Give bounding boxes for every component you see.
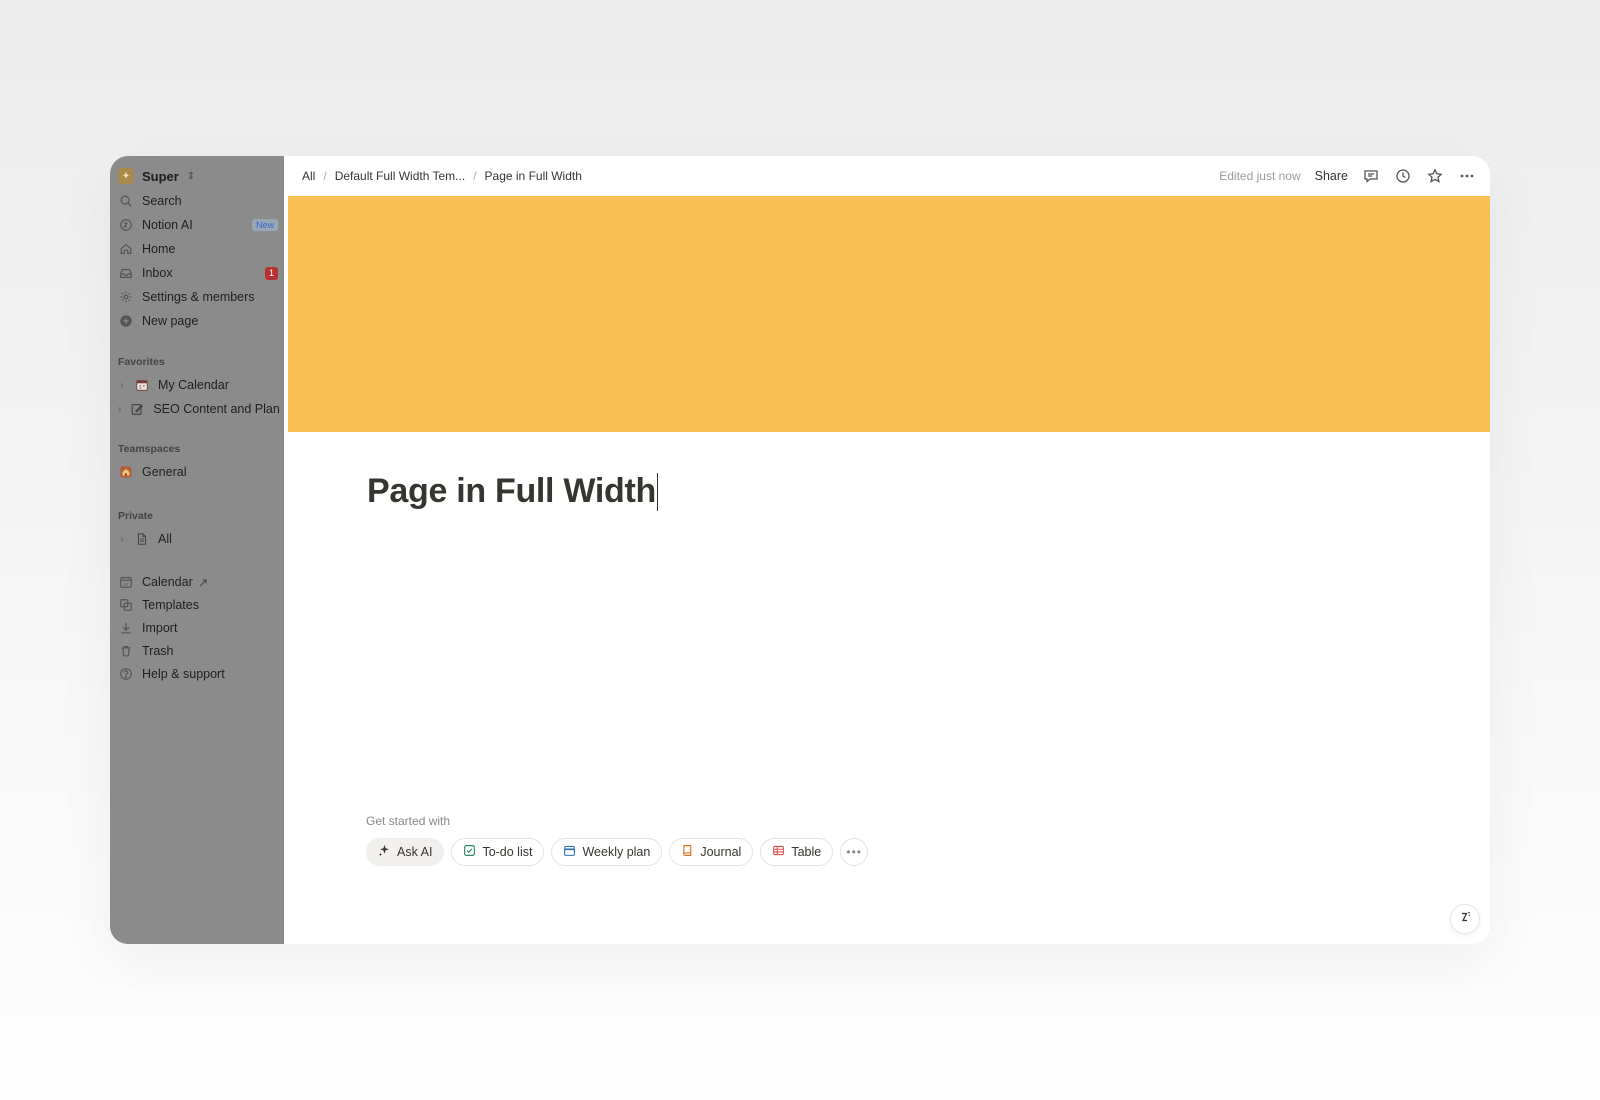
chevron-right-icon[interactable]: › — [118, 534, 126, 545]
sidebar-item-search[interactable]: Search — [118, 190, 278, 212]
sidebar-item-label: Search — [142, 194, 182, 208]
journal-button[interactable]: Journal — [669, 838, 754, 866]
get-started-label: Get started with — [366, 814, 451, 828]
sidebar-item-label: Calendar — [142, 575, 193, 589]
workspace-icon: ✦ — [118, 168, 134, 184]
teamspaces-heading: Teamspaces — [118, 443, 181, 455]
chip-label: To-do list — [482, 845, 533, 859]
notion-ai-face-icon — [1457, 909, 1473, 930]
help-circle-icon — [118, 666, 134, 682]
document-icon — [134, 531, 150, 547]
breadcrumb-item[interactable]: Default Full Width Tem... — [335, 169, 466, 183]
todo-list-button[interactable]: To-do list — [451, 838, 545, 866]
notion-ai-icon — [118, 217, 134, 233]
chip-label: Ask AI — [397, 845, 433, 859]
table-icon — [772, 844, 785, 860]
history-clock-icon[interactable] — [1394, 167, 1412, 185]
download-icon — [118, 620, 134, 636]
sidebar-item-label: General — [142, 465, 187, 479]
more-options-icon[interactable] — [1458, 167, 1476, 185]
sidebar-item-trash[interactable]: Trash — [118, 640, 278, 662]
favorites-heading: Favorites — [118, 356, 165, 368]
chip-label: Journal — [700, 845, 742, 859]
checkbox-icon — [463, 844, 476, 860]
share-button[interactable]: Share — [1315, 169, 1348, 183]
sidebar-item-settings[interactable]: Settings & members — [118, 286, 278, 308]
sidebar-item-label: Notion AI — [142, 218, 193, 232]
sidebar-item-label: Home — [142, 242, 176, 256]
sidebar-item-label: My Calendar — [158, 378, 229, 392]
calendar-icon: 17 — [118, 574, 134, 590]
chevron-right-icon[interactable]: › — [118, 380, 126, 391]
sidebar-item-templates[interactable]: Templates — [118, 594, 278, 616]
ask-ai-button[interactable]: Ask AI — [366, 838, 445, 866]
main-content: All / Default Full Width Tem... / Page i… — [288, 156, 1490, 944]
gear-icon — [118, 289, 134, 305]
sidebar-item-label: Inbox — [142, 266, 173, 280]
page-title-text: Page in Full Width — [367, 472, 656, 510]
page-cover[interactable] — [288, 196, 1490, 432]
book-icon — [681, 844, 694, 860]
plus-circle-icon — [118, 313, 134, 329]
templates-icon — [118, 597, 134, 613]
sidebar-item-seo-content[interactable]: › SEO Content and Plan — [118, 398, 280, 420]
sidebar-item-all[interactable]: › All — [118, 528, 278, 550]
workspace-name: Super — [142, 168, 179, 184]
sidebar-item-home[interactable]: Home — [118, 238, 278, 260]
external-link-icon: ↗ — [197, 575, 209, 590]
house-emoji-icon — [118, 464, 134, 480]
text-caret — [656, 472, 659, 511]
page-title[interactable]: Page in Full Width — [367, 472, 659, 511]
chip-label: Table — [791, 845, 822, 859]
chevron-right-icon[interactable]: › — [118, 404, 121, 415]
inbox-icon — [118, 265, 134, 281]
breadcrumb-item[interactable]: Page in Full Width — [485, 169, 582, 183]
table-button[interactable]: Table — [760, 838, 834, 866]
sidebar-item-label: Settings & members — [142, 290, 255, 304]
star-icon[interactable] — [1426, 167, 1444, 185]
sidebar-item-label: Help & support — [142, 667, 225, 681]
inbox-count-badge: 1 — [265, 266, 278, 280]
sidebar-item-help[interactable]: Help & support — [118, 663, 278, 685]
calendar-page-icon — [134, 377, 150, 393]
notion-ai-help-button[interactable] — [1450, 904, 1480, 934]
sidebar-item-import[interactable]: Import — [118, 617, 278, 639]
sidebar-item-label: New page — [142, 314, 199, 328]
topbar: All / Default Full Width Tem... / Page i… — [288, 156, 1490, 196]
breadcrumb: All / Default Full Width Tem... / Page i… — [302, 169, 582, 183]
new-badge: New — [251, 219, 278, 231]
svg-text:17: 17 — [124, 582, 129, 587]
sidebar-item-calendar[interactable]: 17 Calendar ↗ — [118, 571, 278, 593]
home-icon — [118, 241, 134, 257]
sparkle-icon — [378, 844, 391, 860]
sidebar-item-new-page[interactable]: New page — [118, 310, 278, 332]
sidebar: ✦ Super ⇕ Search Notion AI New Home Inbo… — [110, 156, 284, 944]
private-heading: Private — [118, 510, 154, 522]
chevron-updown-icon: ⇕ — [186, 170, 196, 182]
get-started-chips: Ask AI To-do list Weekly plan Journal Ta… — [366, 838, 869, 866]
edit-page-icon — [129, 401, 145, 417]
calendar-icon — [563, 844, 576, 860]
breadcrumb-item[interactable]: All — [302, 169, 315, 183]
comment-icon[interactable] — [1362, 167, 1380, 185]
app-window: ✦ Super ⇕ Search Notion AI New Home Inbo… — [110, 156, 1490, 944]
workspace-switcher[interactable]: ✦ Super ⇕ — [118, 168, 195, 184]
sidebar-item-label: Templates — [142, 598, 199, 612]
sidebar-item-notion-ai[interactable]: Notion AI New — [118, 214, 278, 236]
weekly-plan-button[interactable]: Weekly plan — [551, 838, 663, 866]
edited-status: Edited just now — [1219, 169, 1301, 183]
trash-icon — [118, 643, 134, 659]
sidebar-item-inbox[interactable]: Inbox 1 — [118, 262, 278, 284]
sidebar-item-label: Import — [142, 621, 178, 635]
sidebar-item-label: All — [158, 532, 172, 546]
chip-label: Weekly plan — [582, 845, 651, 859]
more-templates-button[interactable]: ••• — [840, 838, 869, 866]
sidebar-item-label: SEO Content and Plan — [153, 402, 280, 416]
sidebar-item-my-calendar[interactable]: › My Calendar — [118, 374, 278, 396]
breadcrumb-separator: / — [323, 169, 327, 183]
sidebar-item-label: Trash — [142, 644, 174, 658]
breadcrumb-separator: / — [473, 169, 477, 183]
sidebar-item-general[interactable]: General — [118, 461, 278, 483]
search-icon — [118, 193, 134, 209]
